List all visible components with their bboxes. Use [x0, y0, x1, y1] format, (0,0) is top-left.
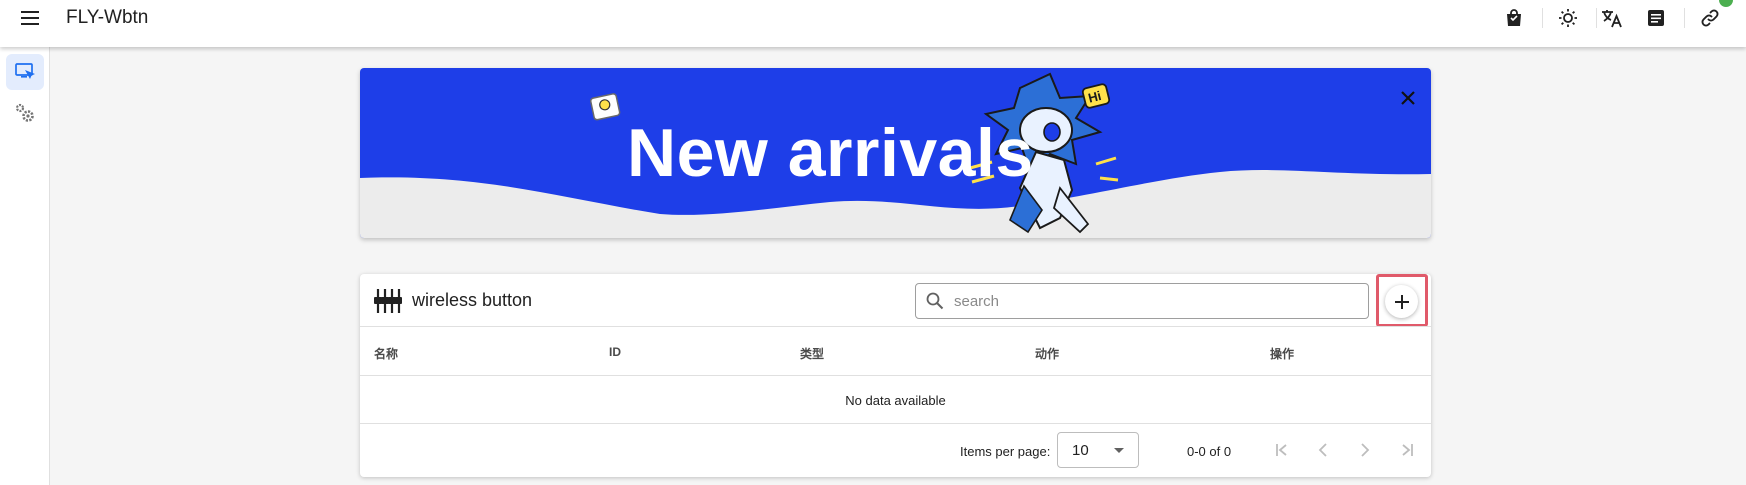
search-icon	[926, 292, 944, 315]
banner-title: New arrivals	[627, 115, 1034, 191]
items-per-page-select[interactable]: 10	[1057, 432, 1139, 468]
items-per-page-value: 10	[1072, 442, 1089, 459]
column-header-id[interactable]: ID	[609, 345, 621, 359]
chevron-down-icon	[1114, 448, 1124, 453]
device-table-card: wireless button 名称 ID 类型 动作 操作 No data a…	[360, 274, 1431, 477]
nav-rail	[0, 47, 50, 485]
settings-icon[interactable]	[6, 95, 44, 131]
link-icon[interactable]	[1696, 4, 1724, 32]
card-title: wireless button	[412, 290, 533, 310]
items-per-page-label: Items per page:	[960, 444, 1051, 459]
menu-icon[interactable]	[16, 4, 44, 32]
table-header: 名称 ID 类型 动作 操作	[360, 326, 1431, 376]
promo-banner[interactable]: Hi New arrivals	[360, 68, 1431, 238]
page-range: 0-0 of 0	[1187, 444, 1232, 459]
column-header-name[interactable]: 名称	[374, 345, 398, 362]
empty-row: No data available	[360, 376, 1431, 424]
app-bar: FLY-Wbtn	[0, 0, 1746, 47]
empty-message: No data available	[845, 393, 946, 408]
column-header-type[interactable]: 类型	[800, 345, 824, 362]
first-page-icon[interactable]	[1270, 438, 1294, 462]
document-icon[interactable]	[1642, 4, 1670, 32]
theme-icon[interactable]	[1554, 4, 1582, 32]
button-list-icon	[374, 288, 402, 319]
column-header-operations[interactable]: 操作	[1270, 345, 1294, 362]
previous-page-icon[interactable]	[1311, 438, 1335, 462]
search-field[interactable]	[915, 283, 1369, 319]
search-input[interactable]	[954, 290, 1354, 312]
table-footer: Items per page: 10 0-0 of 0	[360, 424, 1431, 477]
close-icon[interactable]	[1390, 80, 1426, 116]
shopping-bag-icon[interactable]	[1500, 4, 1528, 32]
last-page-icon[interactable]	[1395, 438, 1419, 462]
plus-icon	[1394, 294, 1409, 309]
add-button[interactable]	[1385, 285, 1418, 318]
translate-icon[interactable]	[1598, 4, 1626, 32]
card-header: wireless button	[360, 274, 1431, 327]
devices-icon[interactable]	[6, 54, 44, 90]
next-page-icon[interactable]	[1353, 438, 1377, 462]
column-header-action[interactable]: 动作	[1035, 345, 1059, 362]
app-title: FLY-Wbtn	[66, 7, 149, 28]
